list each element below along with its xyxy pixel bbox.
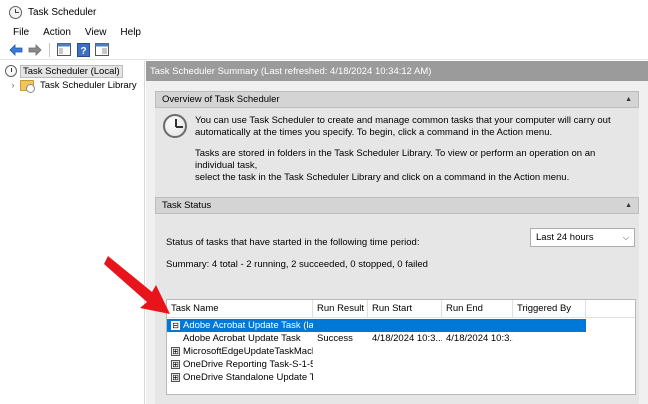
console-tree: Task Scheduler (Local) › Task Scheduler … bbox=[0, 61, 145, 404]
svg-text:?: ? bbox=[80, 46, 86, 57]
properties-icon[interactable] bbox=[94, 42, 110, 58]
expand-icon[interactable]: ⊞ bbox=[171, 359, 180, 369]
task-scheduler-icon bbox=[9, 5, 22, 19]
table-row[interactable]: ⊞ OneDrive Reporting Task-S-1-5-... bbox=[167, 358, 635, 371]
menu-bar: File Action View Help bbox=[0, 24, 648, 40]
column-run-end[interactable]: Run End bbox=[442, 300, 513, 318]
table-row[interactable]: ⊞OneDrive Standalone Update Ta... bbox=[167, 371, 635, 384]
task-name-cell: ⊞ OneDrive Reporting Task-S-1-5-... bbox=[171, 359, 313, 370]
tree-item-label: Task Scheduler Library bbox=[40, 79, 137, 91]
column-triggered-by[interactable]: Triggered By bbox=[513, 300, 586, 318]
run-result-cell: Success bbox=[317, 333, 353, 344]
period-label: Status of tasks that have started in the… bbox=[166, 237, 420, 248]
window-title: Task Scheduler bbox=[28, 6, 97, 18]
column-run-start[interactable]: Run Start bbox=[368, 300, 442, 318]
expand-icon[interactable]: ⊞ bbox=[171, 346, 180, 356]
back-arrow-icon[interactable] bbox=[8, 42, 24, 58]
summary-header: Task Scheduler Summary (Last refreshed: … bbox=[146, 61, 648, 81]
tree-item-task-scheduler-library[interactable]: › Task Scheduler Library bbox=[0, 78, 144, 93]
help-icon[interactable]: ? bbox=[75, 42, 91, 58]
table-row[interactable]: ⊞ MicrosoftEdgeUpdateTaskMach... bbox=[167, 345, 635, 358]
chevron-right-icon[interactable]: › bbox=[8, 80, 18, 90]
clock-icon bbox=[163, 114, 187, 138]
title-bar: Task Scheduler bbox=[0, 0, 648, 24]
annotation-arrow-icon bbox=[104, 256, 170, 314]
task-name-cell: Adobe Acrobat Update Task bbox=[183, 333, 301, 344]
time-period-value: Last 24 hours bbox=[536, 232, 594, 243]
table-row[interactable]: ⊟ Adobe Acrobat Update Task (las... bbox=[167, 319, 586, 332]
summary-pane: Task Scheduler Summary (Last refreshed: … bbox=[146, 61, 648, 404]
clock-icon bbox=[5, 65, 17, 77]
task-status-body: Status of tasks that have started in the… bbox=[155, 214, 639, 404]
tree-item-task-scheduler-local[interactable]: Task Scheduler (Local) bbox=[0, 64, 144, 78]
overview-section: Overview of Task Scheduler ▲ You can use… bbox=[155, 91, 639, 199]
task-status-table: Task Name Run Result Run Start Run End T… bbox=[166, 299, 636, 395]
menu-file[interactable]: File bbox=[6, 27, 36, 38]
task-name-cell: ⊟ Adobe Acrobat Update Task (las... bbox=[171, 320, 313, 331]
chevron-down-icon: ⌵ bbox=[622, 232, 629, 242]
run-start-cell: 4/18/2024 10:3... bbox=[372, 333, 442, 344]
table-row[interactable]: Adobe Acrobat Update Task Success 4/18/2… bbox=[167, 332, 635, 345]
show-hide-console-tree-icon[interactable] bbox=[56, 42, 72, 58]
toolbar-separator bbox=[49, 42, 50, 57]
status-summary: Summary: 4 total - 2 running, 2 succeede… bbox=[166, 259, 428, 270]
overview-paragraph-1: You can use Task Scheduler to create and… bbox=[195, 115, 611, 138]
section-title: Overview of Task Scheduler bbox=[162, 94, 280, 105]
section-title: Task Status bbox=[162, 200, 212, 211]
menu-view[interactable]: View bbox=[78, 27, 114, 38]
collapse-icon[interactable]: ▲ bbox=[625, 96, 632, 103]
toolbar: ? bbox=[0, 40, 648, 60]
overview-body: You can use Task Scheduler to create and… bbox=[155, 108, 639, 199]
task-name-cell: ⊞ MicrosoftEdgeUpdateTaskMach... bbox=[171, 346, 313, 357]
collapse-icon[interactable]: ⊟ bbox=[171, 320, 180, 330]
tree-item-label: Task Scheduler (Local) bbox=[20, 64, 123, 78]
forward-arrow-icon[interactable] bbox=[27, 42, 43, 58]
overview-paragraph-2: Tasks are stored in folders in the Task … bbox=[195, 148, 596, 183]
column-task-name[interactable]: Task Name bbox=[167, 300, 313, 318]
table-header: Task Name Run Result Run Start Run End T… bbox=[167, 300, 635, 318]
folder-icon bbox=[20, 79, 35, 93]
column-run-result[interactable]: Run Result bbox=[313, 300, 368, 318]
overview-section-header[interactable]: Overview of Task Scheduler ▲ bbox=[155, 91, 639, 108]
collapse-icon[interactable]: ▲ bbox=[625, 202, 632, 209]
run-end-cell: 4/18/2024 10:3... bbox=[446, 333, 513, 344]
time-period-select[interactable]: Last 24 hours ⌵ bbox=[530, 228, 635, 247]
task-name-cell: ⊞OneDrive Standalone Update Ta... bbox=[171, 372, 313, 383]
menu-help[interactable]: Help bbox=[113, 27, 148, 38]
expand-icon[interactable]: ⊞ bbox=[171, 372, 180, 382]
task-status-section: Task Status ▲ Status of tasks that have … bbox=[155, 197, 639, 404]
menu-action[interactable]: Action bbox=[36, 27, 78, 38]
task-status-section-header[interactable]: Task Status ▲ bbox=[155, 197, 639, 214]
